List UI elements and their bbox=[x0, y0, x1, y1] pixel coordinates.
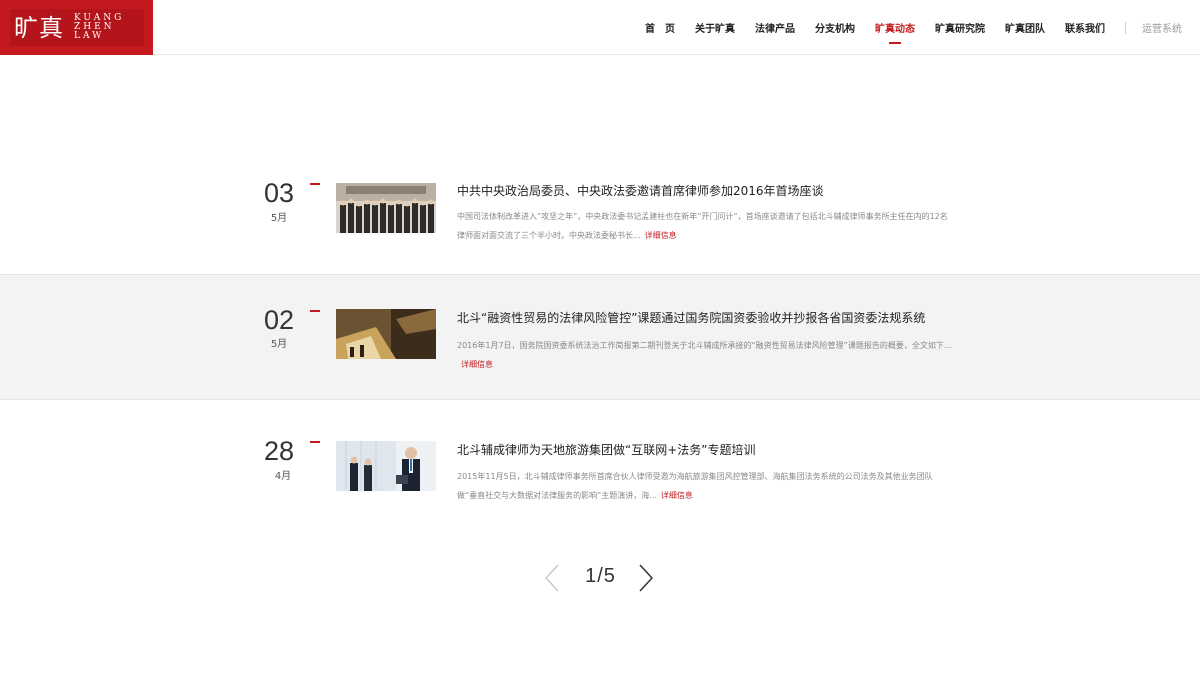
news-date-month: 4月 bbox=[274, 471, 292, 482]
nav-divider bbox=[1125, 21, 1126, 34]
nav-item-news[interactable]: 旷真动态 bbox=[865, 0, 925, 55]
documents-image[interactable] bbox=[336, 309, 436, 359]
news-date-day: 02 bbox=[263, 305, 295, 335]
next-page-button[interactable] bbox=[638, 563, 654, 593]
nav-item-home[interactable]: 首 页 bbox=[635, 0, 685, 55]
news-summary: 2016年1月7日，国务院国资委系统法治工作简报第二期刊登关于北斗辅成所承接的“… bbox=[457, 336, 952, 374]
read-more-link[interactable]: 详细信息 bbox=[645, 231, 677, 240]
total-pages: 5 bbox=[603, 565, 615, 587]
news-item: 28 4月 北斗辅成律师为天地旅游集团做“互联网+法务”专题培训 2015年11… bbox=[0, 401, 1200, 527]
site-header: 旷真 KUANG ZHEN LAW 首 页 关于旷真 法律产品 分支机构 旷真动… bbox=[0, 0, 1200, 55]
nav-item-about[interactable]: 关于旷真 bbox=[685, 0, 745, 55]
news-title[interactable]: 北斗“融资性贸易的法律风险管控”课题通过国务院国资委验收并抄报各省国资委法规系统 bbox=[457, 309, 925, 326]
news-item: 02 5月 北斗“融资性贸易的法律风险管控”课题通过国务院国资委验收并抄报各省国… bbox=[0, 274, 1200, 400]
read-more-link[interactable]: 详细信息 bbox=[661, 491, 693, 500]
group-photo-image[interactable] bbox=[336, 183, 436, 233]
main-nav: 首 页 关于旷真 法律产品 分支机构 旷真动态 旷真研究院 旷真团队 联系我们 … bbox=[635, 0, 1200, 55]
news-accent-dash bbox=[310, 183, 320, 185]
group-photo-graphic bbox=[336, 183, 436, 233]
news-summary-text: 中国司法体制改革进入“攻坚之年”，中央政法委书记孟建柱也在新年“开门问计”，首场… bbox=[457, 212, 948, 240]
read-more-link[interactable]: 详细信息 bbox=[461, 360, 493, 369]
news-summary: 中国司法体制改革进入“攻坚之年”，中央政法委书记孟建柱也在新年“开门问计”，首场… bbox=[457, 207, 952, 245]
news-date-month: 5月 bbox=[270, 339, 288, 350]
logo-english-line: LAW bbox=[74, 31, 105, 41]
logo-block: 旷真 KUANG ZHEN LAW bbox=[10, 9, 144, 46]
nav-item-products[interactable]: 法律产品 bbox=[745, 0, 805, 55]
news-date-month: 5月 bbox=[270, 213, 288, 224]
news-summary-text: 2016年1月7日，国务院国资委系统法治工作简报第二期刊登关于北斗辅成所承接的“… bbox=[457, 341, 952, 350]
nav-item-operations-system[interactable]: 运营系统 bbox=[1134, 0, 1200, 55]
news-summary: 2015年11月5日，北斗辅成律师事务所首席合伙人律师受邀为海航旅游集团风控管理… bbox=[457, 467, 952, 505]
nav-item-team[interactable]: 旷真团队 bbox=[995, 0, 1055, 55]
news-title[interactable]: 中共中央政治局委员、中央政法委邀请首席律师参加2016年首场座谈 bbox=[457, 182, 824, 199]
news-date-day: 03 bbox=[263, 178, 295, 208]
documents-graphic bbox=[336, 309, 436, 359]
pagination: 1/5 bbox=[544, 563, 656, 593]
news-date-day: 28 bbox=[263, 436, 295, 466]
news-accent-dash bbox=[310, 441, 320, 443]
business-people-image[interactable] bbox=[336, 441, 436, 491]
current-page: 1 bbox=[585, 565, 597, 587]
chevron-right-icon bbox=[639, 564, 654, 592]
page-indicator: 1/5 bbox=[578, 565, 622, 588]
page-separator: / bbox=[597, 565, 603, 587]
logo-chinese-name: 旷真 bbox=[14, 13, 64, 42]
news-accent-dash bbox=[310, 310, 320, 312]
news-summary-text: 2015年11月5日，北斗辅成律师事务所首席合伙人律师受邀为海航旅游集团风控管理… bbox=[457, 472, 933, 500]
previous-page-button[interactable] bbox=[544, 563, 560, 593]
nav-item-branches[interactable]: 分支机构 bbox=[805, 0, 865, 55]
brand-logo[interactable]: 旷真 KUANG ZHEN LAW bbox=[0, 0, 153, 55]
chevron-left-icon bbox=[544, 564, 559, 592]
business-people-graphic bbox=[336, 441, 436, 491]
nav-item-institute[interactable]: 旷真研究院 bbox=[925, 0, 995, 55]
news-item: 03 5月 中共中央政治局委员、中央政法委邀请首席律师参加2016年首场座谈 中… bbox=[0, 148, 1200, 274]
news-title[interactable]: 北斗辅成律师为天地旅游集团做“互联网+法务”专题培训 bbox=[457, 441, 756, 458]
logo-english-name: KUANG ZHEN LAW bbox=[74, 14, 124, 41]
nav-item-contact[interactable]: 联系我们 bbox=[1055, 0, 1115, 55]
